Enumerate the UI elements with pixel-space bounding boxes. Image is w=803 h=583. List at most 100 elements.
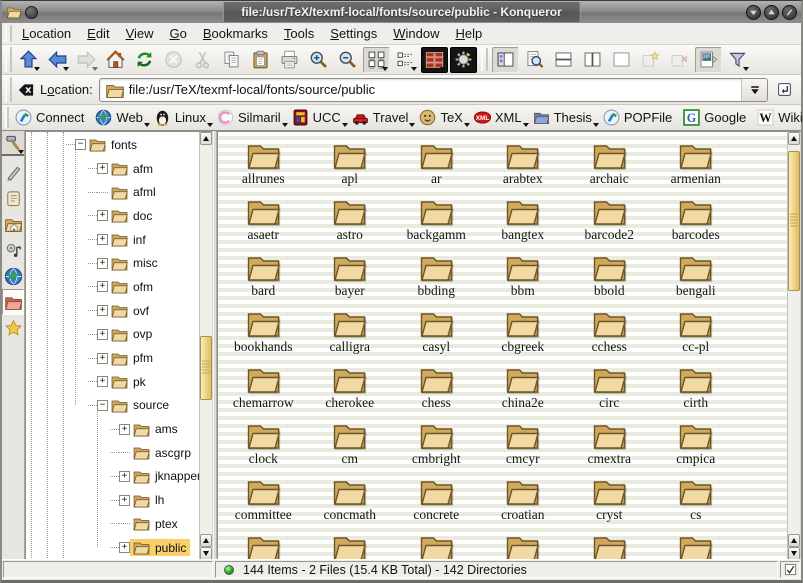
folder-item[interactable] (566, 532, 653, 560)
tree-row-afm[interactable]: +afm (26, 157, 198, 181)
back-button[interactable] (44, 47, 71, 73)
toolbar-drag-handle[interactable] (5, 47, 12, 72)
menu-go[interactable]: Go (162, 24, 195, 43)
tree-expander-plus-icon[interactable]: + (97, 353, 108, 364)
bookmark-tex[interactable]: TeX (415, 107, 469, 129)
folder-item-asaetr[interactable]: asaetr (220, 196, 307, 252)
tree-expander-plus-icon[interactable]: + (97, 234, 108, 245)
tree-row-source[interactable]: −source (26, 394, 198, 418)
folder-item-bookhands[interactable]: bookhands (220, 308, 307, 364)
location-dropdown-button[interactable] (741, 79, 767, 101)
folder-item-bbding[interactable]: bbding (393, 252, 480, 308)
forward-dropdown-caret-icon[interactable] (92, 67, 98, 71)
tree-folder-item[interactable]: pk (108, 373, 150, 390)
close-button[interactable] (782, 5, 797, 20)
tree-scroll-up2-button[interactable] (200, 534, 212, 547)
image-gallery-button[interactable] (695, 47, 722, 73)
folder-item-bayer[interactable]: bayer (307, 252, 394, 308)
bookmark-popfile[interactable]: POPFile (599, 107, 679, 129)
tree-folder-item[interactable]: ovf (108, 302, 153, 319)
tree-expander-minus-icon[interactable]: − (97, 400, 108, 411)
icon-view-scrollbar[interactable] (787, 132, 800, 560)
folder-item-cs[interactable]: cs (653, 476, 740, 532)
print-button[interactable] (276, 47, 303, 73)
tree-row-fonts[interactable]: −fonts (26, 133, 198, 157)
tree-expander-plus-icon[interactable]: + (119, 542, 130, 553)
folder-item-allrunes[interactable]: allrunes (220, 140, 307, 196)
tree-folder-item[interactable]: fonts (86, 136, 141, 153)
folder-item[interactable] (480, 532, 567, 560)
sidebar-tab-root-directory[interactable] (2, 289, 24, 315)
folder-item-chess[interactable]: chess (393, 364, 480, 420)
folder-item-bard[interactable]: bard (220, 252, 307, 308)
folder-item-bbold[interactable]: bbold (566, 252, 653, 308)
gear-view-button[interactable] (450, 47, 477, 73)
folder-item-concrete[interactable]: concrete (393, 476, 480, 532)
locationbar-drag-handle[interactable] (5, 77, 12, 102)
folder-icon-view[interactable]: allrunesaplararabtexarchaicarmenianasaet… (217, 131, 801, 561)
folder-item-cm[interactable]: cm (307, 420, 394, 476)
tree-row-public[interactable]: +public (26, 536, 198, 560)
tree-row-jknappen[interactable]: +jknappen (26, 465, 198, 489)
tree-expander-plus-icon[interactable]: + (97, 329, 108, 340)
tree-folder-item[interactable]: afml (108, 184, 160, 201)
tree-expander-plus-icon[interactable]: + (119, 495, 130, 506)
folder-item-backgamm[interactable]: backgamm (393, 196, 480, 252)
tree-expander-plus-icon[interactable]: + (97, 281, 108, 292)
bookmark-travel[interactable]: Travel (348, 107, 416, 129)
folder-item-cirth[interactable]: cirth (653, 364, 740, 420)
tree-expander-plus-icon[interactable]: + (97, 163, 108, 174)
folder-item-cherokee[interactable]: cherokee (307, 364, 394, 420)
menubar-drag-handle[interactable] (5, 25, 12, 42)
multicolumn-view-button[interactable] (392, 47, 419, 73)
folder-item-cbgreek[interactable]: cbgreek (480, 308, 567, 364)
menu-location[interactable]: Location (14, 24, 79, 43)
home-button[interactable] (102, 47, 129, 73)
multicolumn-view-dropdown-caret-icon[interactable] (411, 67, 417, 71)
folder-item-cchess[interactable]: cchess (566, 308, 653, 364)
folder-item-archaic[interactable]: archaic (566, 140, 653, 196)
window-menu-button[interactable] (25, 6, 38, 19)
folder-item-arabtex[interactable]: arabtex (480, 140, 567, 196)
tree-expander-plus-icon[interactable]: + (97, 376, 108, 387)
minimize-button[interactable] (746, 5, 761, 20)
tree-row-ptex[interactable]: ptex (26, 512, 198, 536)
folder-item-astro[interactable]: astro (307, 196, 394, 252)
folder-item-clock[interactable]: clock (220, 420, 307, 476)
tree-folder-item[interactable]: public (130, 539, 190, 556)
tree-folder-item[interactable]: ovp (108, 326, 156, 343)
tree-folder-item[interactable]: jknappen (130, 468, 208, 485)
tree-folder-item[interactable]: ptex (130, 515, 182, 532)
folder-item[interactable] (393, 532, 480, 560)
folder-item-circ[interactable]: circ (566, 364, 653, 420)
titlebar[interactable]: file:/usr/TeX/texmf-local/fonts/source/p… (2, 1, 801, 23)
tree-expander-plus-icon[interactable]: + (97, 258, 108, 269)
menu-tools[interactable]: Tools (276, 24, 322, 43)
find-file-button[interactable] (521, 47, 548, 73)
bookmark-thesis[interactable]: Thesis (529, 107, 599, 129)
folder-item-apl[interactable]: apl (307, 140, 394, 196)
tree-row-doc[interactable]: +doc (26, 204, 198, 228)
folder-item-committee[interactable]: committee (220, 476, 307, 532)
tree-folder-item[interactable]: inf (108, 231, 150, 248)
sidebar-tab-home-directory[interactable] (2, 211, 24, 237)
bookmark-linux[interactable]: Linux (150, 107, 213, 129)
icon-view-dropdown-caret-icon[interactable] (382, 67, 388, 71)
tree-row-inf[interactable]: +inf (26, 228, 198, 252)
folder-item-cmbright[interactable]: cmbright (393, 420, 480, 476)
tree-folder-item[interactable]: lh (130, 492, 168, 509)
folder-item-cmextra[interactable]: cmextra (566, 420, 653, 476)
folder-item-barcodes[interactable]: barcodes (653, 196, 740, 252)
tree-row-ovf[interactable]: +ovf (26, 299, 198, 323)
location-value[interactable]: file:/usr/TeX/texmf-local/fonts/source/p… (129, 82, 741, 97)
statusbar-link-view-checkbox[interactable] (780, 561, 800, 578)
bookmark-web[interactable]: Web (91, 107, 150, 129)
folder-item[interactable] (653, 532, 740, 560)
sidebar-tab-history[interactable] (2, 185, 24, 211)
folder-item-bengali[interactable]: bengali (653, 252, 740, 308)
bookmarkbar-drag-handle[interactable] (5, 107, 9, 128)
folder-item-bbm[interactable]: bbm (480, 252, 567, 308)
menu-edit[interactable]: Edit (79, 24, 117, 43)
tree-folder-item[interactable]: ofm (108, 278, 157, 295)
view-scrollbar-thumb[interactable] (788, 151, 800, 291)
